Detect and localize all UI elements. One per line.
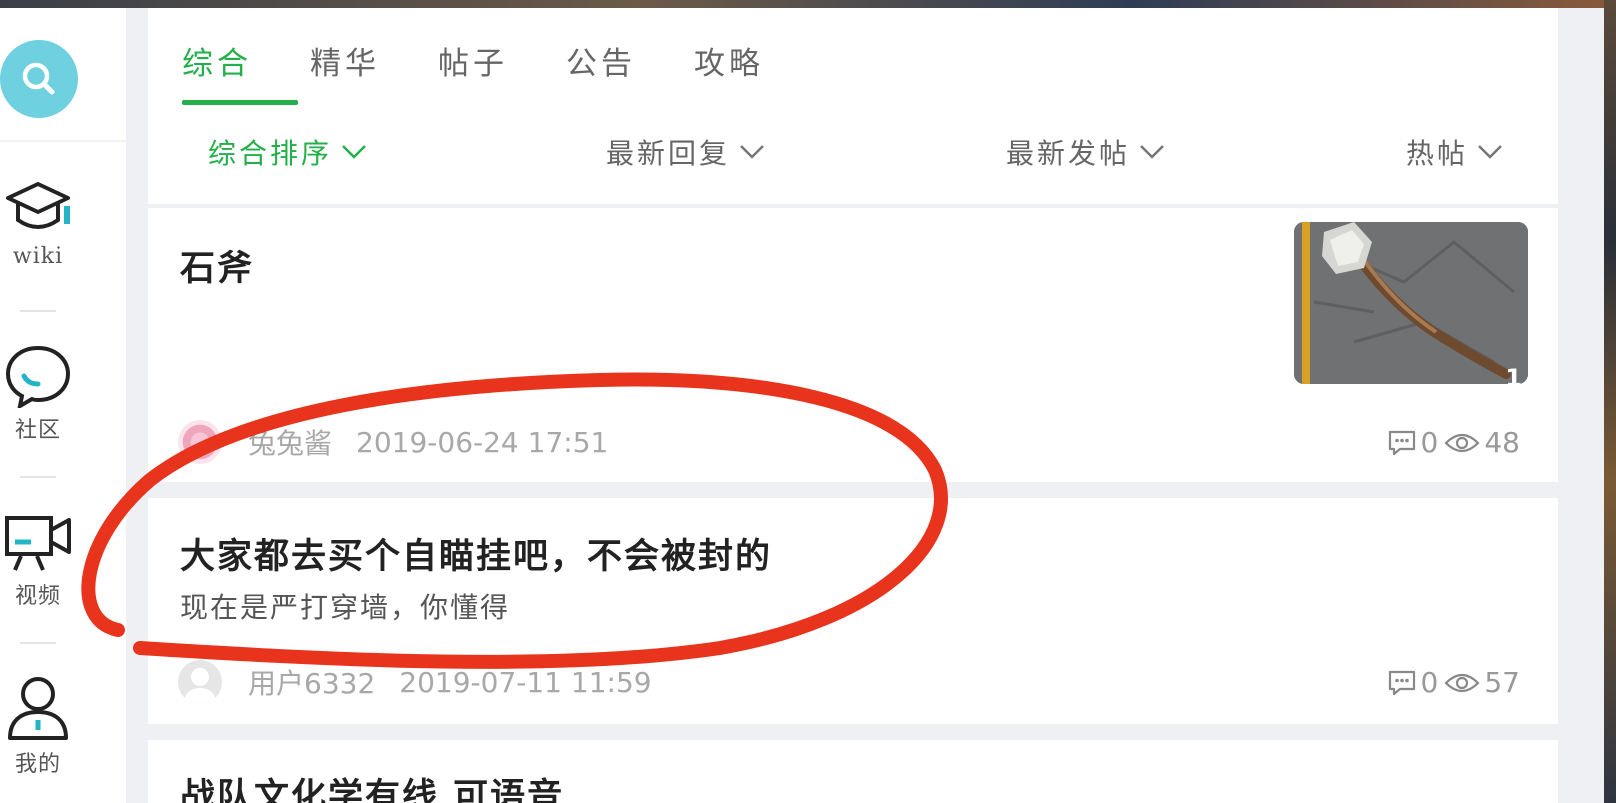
- comment-count: 0: [1420, 666, 1439, 699]
- sidebar-item-mine[interactable]: 我的: [0, 672, 76, 778]
- comment-icon: [1388, 670, 1415, 695]
- post-card[interactable]: 战队文化学有线 可语音: [148, 740, 1558, 803]
- comment-count: 0: [1420, 426, 1439, 459]
- sort-default-dropdown[interactable]: 综合排序: [208, 132, 368, 172]
- post-time: 2019-06-24 17:51: [356, 425, 609, 459]
- chevron-down-icon: [740, 145, 764, 159]
- eye-icon: [1444, 433, 1480, 452]
- sort-label: 最新发帖: [1006, 137, 1131, 170]
- author-name[interactable]: 用户6332: [248, 662, 375, 702]
- avatar[interactable]: [178, 420, 222, 464]
- post-title[interactable]: 大家都去买个自瞄挂吧，不会被封的: [180, 528, 772, 579]
- thumbnail-badge: 1: [1505, 364, 1522, 384]
- tab-bar: 综合 精华 帖子 公告 攻略: [182, 38, 822, 105]
- sort-latest-post-dropdown[interactable]: 最新发帖: [1006, 132, 1166, 172]
- post-card[interactable]: 大家都去买个自瞄挂吧，不会被封的 现在是严打穿墙，你懂得 用户6332 2019…: [148, 498, 1558, 724]
- graduation-cap-icon: [6, 182, 70, 229]
- author-name[interactable]: 兔兔酱: [248, 422, 332, 462]
- default-avatar-icon: [184, 668, 216, 704]
- post-card[interactable]: 石斧 1 兔兔酱 2019-06-24 17:51 0 48: [148, 208, 1558, 482]
- chevron-down-icon: [1140, 145, 1164, 159]
- sort-label: 热帖: [1406, 137, 1469, 170]
- sidebar-item-wiki[interactable]: wiki: [0, 176, 76, 269]
- sort-latest-reply-dropdown[interactable]: 最新回复: [606, 132, 766, 172]
- sidebar-item-label: 视频: [14, 584, 61, 609]
- background-strip: [0, 0, 1616, 8]
- chevron-down-icon: [1478, 145, 1502, 159]
- sort-label: 综合排序: [208, 137, 333, 170]
- sidebar-separator: [20, 642, 56, 644]
- sidebar-separator: [20, 310, 56, 312]
- sort-bar: 综合排序 最新回复 最新发帖 热帖: [148, 132, 1558, 176]
- post-stats: 0 48: [1387, 426, 1526, 459]
- tab-announcements[interactable]: 公告: [566, 38, 694, 104]
- chevron-down-icon: [342, 145, 366, 159]
- sidebar-separator: [20, 476, 56, 478]
- post-time: 2019-07-11 11:59: [399, 665, 652, 699]
- post-meta: 兔兔酱 2019-06-24 17:51: [178, 420, 608, 464]
- sort-label: 最新回复: [606, 137, 731, 170]
- sidebar: wiki 社区 视频 我的: [0, 8, 126, 803]
- tab-guides[interactable]: 攻略: [694, 38, 822, 104]
- sort-hot-dropdown[interactable]: 热帖: [1406, 132, 1504, 172]
- view-count: 48: [1484, 426, 1520, 459]
- background-edge: [1604, 0, 1616, 803]
- sidebar-item-community[interactable]: 社区: [0, 342, 76, 444]
- post-title[interactable]: 石斧: [180, 240, 254, 291]
- post-excerpt: 现在是严打穿墙，你懂得: [180, 591, 511, 624]
- video-camera-icon: [5, 516, 71, 571]
- sidebar-item-video[interactable]: 视频: [0, 508, 76, 610]
- tab-featured[interactable]: 精华: [310, 38, 438, 104]
- sidebar-gutter: [126, 8, 148, 803]
- eye-icon: [1444, 673, 1480, 692]
- main-content: 综合 精华 帖子 公告 攻略 综合排序 最新回复 最新发帖 热帖 石斧 1 兔兔…: [148, 8, 1558, 803]
- post-stats: 0 57: [1387, 666, 1526, 699]
- avatar[interactable]: [178, 660, 222, 704]
- user-icon: [8, 677, 68, 740]
- tab-posts[interactable]: 帖子: [438, 38, 566, 104]
- sidebar-item-label: 社区: [14, 418, 61, 443]
- view-count: 57: [1484, 666, 1520, 699]
- search-icon: [22, 62, 55, 95]
- tab-all[interactable]: 综合: [182, 38, 310, 105]
- post-meta: 用户6332 2019-07-11 11:59: [178, 660, 652, 704]
- sidebar-divider: [0, 140, 126, 142]
- sidebar-item-label: wiki: [12, 244, 64, 269]
- feed-header: 综合 精华 帖子 公告 攻略 综合排序 最新回复 最新发帖 热帖: [148, 8, 1558, 204]
- post-thumbnail: 1: [1294, 222, 1528, 384]
- comment-icon: [1388, 430, 1415, 455]
- search-button[interactable]: [0, 40, 78, 118]
- sidebar-item-label: 我的: [14, 752, 61, 777]
- chat-bubble-icon: [5, 345, 71, 408]
- post-title[interactable]: 战队文化学有线 可语音: [180, 768, 564, 803]
